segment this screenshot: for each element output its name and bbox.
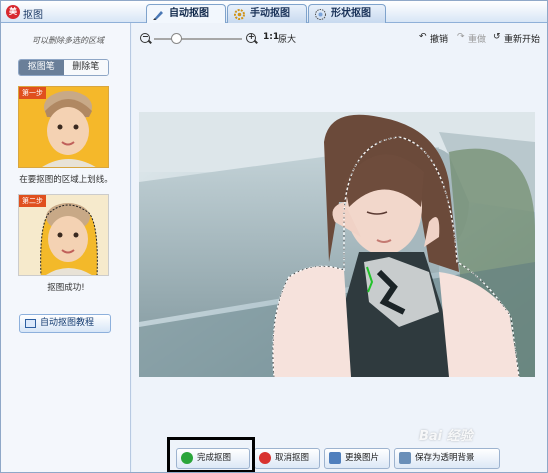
pen-toggle: 抠图笔 删除笔 [18, 59, 109, 76]
auto-cutout-tutorial-button[interactable]: 自动抠图教程 [19, 314, 111, 333]
zoom-slider-handle[interactable] [171, 33, 182, 44]
step2-thumbnail: 第二步 [18, 194, 109, 276]
save-transparent-button[interactable]: 保存为透明背景 [394, 448, 500, 469]
zoom-out-icon[interactable]: − [140, 33, 150, 43]
redo-icon: ↷ [457, 32, 465, 42]
baby-photo-step1 [19, 87, 108, 167]
brush-icon [153, 11, 163, 20]
eraser-pen-button[interactable]: 删除笔 [63, 60, 108, 75]
window-title: 抠图 [23, 10, 43, 21]
app-window: 美 抠图 自动抠图 手动抠图 形状抠图 可以删除多选的区域 抠图笔 删除笔 第一… [0, 0, 548, 473]
cutout-pen-button[interactable]: 抠图笔 [19, 60, 64, 75]
step2-badge: 第二步 [19, 195, 46, 207]
sidebar-hint: 可以删除多选的区域 [32, 36, 104, 45]
undo-button[interactable]: 撤销 [430, 32, 448, 45]
zoom-slider[interactable] [154, 38, 242, 40]
redo-button: 重做 [468, 35, 487, 45]
shape-icon [315, 9, 326, 20]
book-icon [25, 319, 36, 328]
cancel-cutout-button[interactable]: 取消抠图 [254, 448, 320, 469]
tutorial-label: 自动抠图教程 [40, 318, 95, 328]
step2-caption: 抠图成功! [47, 283, 85, 293]
girl-photo [139, 112, 535, 377]
replace-label: 更换图片 [345, 453, 380, 463]
toolbar: − + 1:1 原大 ↶ 撤销 ↷ 重做 ↺ 重新开始 [132, 28, 547, 48]
actual-size-button[interactable]: 原大 [278, 32, 296, 45]
baidu-watermark: Bai 经验 [419, 429, 473, 444]
zoom-in-icon[interactable]: + [246, 33, 256, 43]
tab-label: 手动抠图 [250, 8, 290, 19]
save-label: 保存为透明背景 [415, 453, 475, 463]
sidebar: 可以删除多选的区域 抠图笔 删除笔 第一步 在要抠图的区域上划线。 第二步 抠图… [1, 23, 131, 472]
tab-auto-cutout[interactable]: 自动抠图 [146, 4, 226, 25]
title-bar: 美 抠图 自动抠图 手动抠图 形状抠图 [1, 1, 547, 25]
step1-thumbnail: 第一步 [18, 86, 109, 168]
replace-image-button[interactable]: 更换图片 [324, 448, 390, 469]
gear-icon [234, 9, 245, 20]
app-logo-icon: 美 [6, 5, 20, 19]
tab-label: 自动抠图 [169, 8, 209, 19]
photo-canvas[interactable] [139, 112, 535, 377]
restart-button[interactable]: 重新开始 [504, 32, 540, 45]
undo-icon[interactable]: ↶ [419, 32, 427, 42]
step1-badge: 第一步 [19, 87, 46, 99]
cancel-label: 取消抠图 [275, 453, 310, 463]
highlight-annotation [167, 437, 255, 472]
restart-icon[interactable]: ↺ [493, 32, 501, 42]
baby-photo-step2 [19, 195, 108, 275]
main-panel: − + 1:1 原大 ↶ 撤销 ↷ 重做 ↺ 重新开始 完成抠图 取消抠图 更换… [132, 23, 547, 472]
step1-caption: 在要抠图的区域上划线。 [19, 175, 113, 185]
tab-label: 形状抠图 [331, 8, 371, 19]
tab-manual-cutout[interactable]: 手动抠图 [227, 4, 307, 24]
save-icon [399, 452, 411, 464]
tab-shape-cutout[interactable]: 形状抠图 [308, 4, 386, 24]
cancel-icon [259, 452, 271, 464]
image-icon [329, 452, 341, 464]
actual-size-ratio[interactable]: 1:1 [263, 32, 279, 42]
